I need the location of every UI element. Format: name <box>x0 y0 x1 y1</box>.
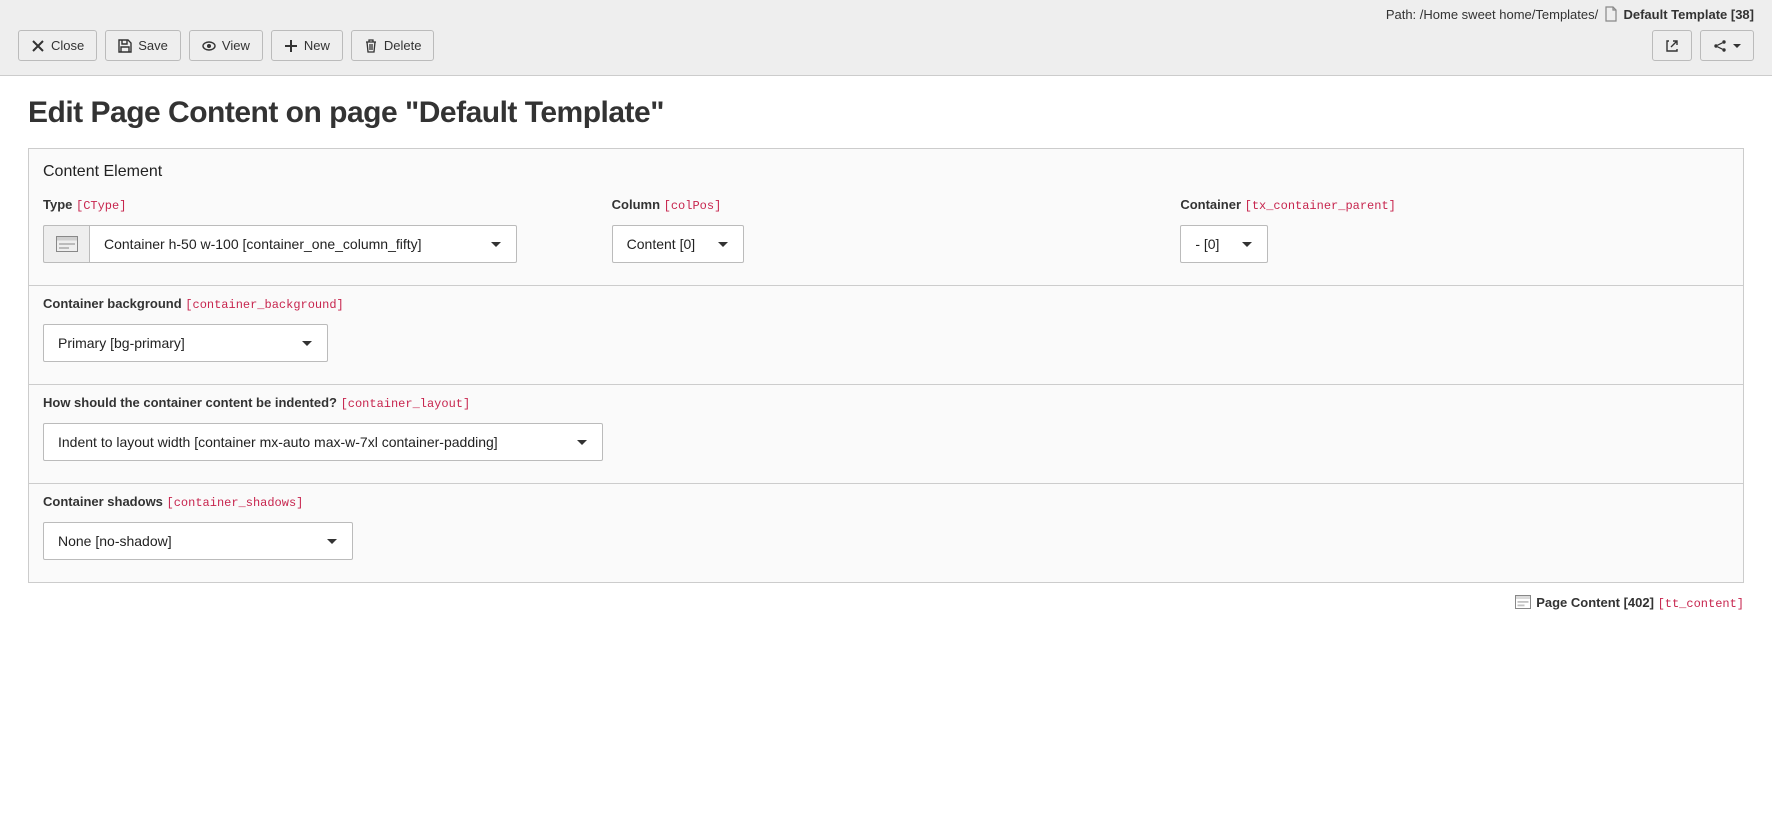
delete-label: Delete <box>384 38 422 53</box>
select-column[interactable]: Content [0] <box>612 225 745 263</box>
field-container: Container [tx_container_parent] - [0] <box>1180 197 1729 263</box>
chevron-down-icon <box>717 236 729 252</box>
section-general: Type [CType] Container h-50 w-100 [conta… <box>29 187 1743 285</box>
select-layout-value: Indent to layout width [container mx-aut… <box>58 434 498 450</box>
select-background-value: Primary [bg-primary] <box>58 335 185 351</box>
section-background: Container background [container_backgrou… <box>29 285 1743 384</box>
eye-icon <box>202 39 216 53</box>
view-label: View <box>222 38 250 53</box>
plus-icon <box>284 39 298 53</box>
section-shadows: Container shadows [container_shadows] No… <box>29 483 1743 582</box>
section-layout: How should the container content be inde… <box>29 384 1743 483</box>
chevron-down-icon <box>326 533 338 549</box>
techname-shadows: [container_shadows] <box>167 496 304 510</box>
select-type-value: Container h-50 w-100 [container_one_colu… <box>104 236 422 252</box>
select-container-value: - [0] <box>1195 236 1219 252</box>
field-label-column: Column [colPos] <box>612 197 1161 213</box>
select-column-value: Content [0] <box>627 236 696 252</box>
content-element-heading: Content Element <box>29 149 1743 187</box>
breadcrumb-current: Default Template [38] <box>1623 7 1754 22</box>
field-label-shadows: Container shadows [container_shadows] <box>43 494 1729 510</box>
field-type: Type [CType] Container h-50 w-100 [conta… <box>43 197 592 263</box>
close-label: Close <box>51 38 84 53</box>
page-title: Edit Page Content on page "Default Templ… <box>28 96 1744 130</box>
field-label-container: Container [tx_container_parent] <box>1180 197 1729 213</box>
close-icon <box>31 39 45 53</box>
toolbar: Path: /Home sweet home/Templates/ Defaul… <box>0 0 1772 76</box>
chevron-down-icon <box>490 236 502 252</box>
save-label: Save <box>138 38 168 53</box>
select-layout[interactable]: Indent to layout width [container mx-aut… <box>43 423 603 461</box>
techname-layout: [container_layout] <box>341 397 471 411</box>
main: Edit Page Content on page "Default Templ… <box>0 76 1772 651</box>
content-icon <box>1515 595 1531 609</box>
field-label-type: Type [CType] <box>43 197 592 213</box>
chevron-down-icon <box>301 335 313 351</box>
techname-background: [container_background] <box>185 298 343 312</box>
save-button[interactable]: Save <box>105 30 181 61</box>
external-link-icon <box>1665 39 1679 53</box>
footer-title: Page Content [402] <box>1536 595 1654 610</box>
chevron-down-icon <box>1733 39 1741 53</box>
field-label-layout: How should the container content be inde… <box>43 395 1729 411</box>
chevron-down-icon <box>1241 236 1253 252</box>
footer: Page Content [402] [tt_content] <box>28 583 1744 611</box>
select-shadows-value: None [no-shadow] <box>58 533 172 549</box>
techname-type: [CType] <box>76 199 126 213</box>
save-icon <box>118 39 132 53</box>
breadcrumb-path: Path: /Home sweet home/Templates/ <box>1386 7 1602 22</box>
toolbar-buttons: Close Save View New Delete <box>18 30 1754 75</box>
select-shadows[interactable]: None [no-shadow] <box>43 522 353 560</box>
select-container[interactable]: - [0] <box>1180 225 1268 263</box>
close-button[interactable]: Close <box>18 30 97 61</box>
document-icon <box>1604 6 1618 22</box>
footer-tech: [tt_content] <box>1658 597 1744 611</box>
field-label-background: Container background [container_backgrou… <box>43 296 1729 312</box>
view-button[interactable]: View <box>189 30 263 61</box>
breadcrumb: Path: /Home sweet home/Templates/ Defaul… <box>18 0 1754 30</box>
techname-column: [colPos] <box>664 199 722 213</box>
ctype-icon <box>43 225 89 263</box>
field-column: Column [colPos] Content [0] <box>612 197 1161 263</box>
share-icon <box>1713 39 1727 53</box>
form-panel: Content Element Type [CType] Container h… <box>28 148 1744 583</box>
select-background[interactable]: Primary [bg-primary] <box>43 324 328 362</box>
trash-icon <box>364 39 378 53</box>
techname-container: [tx_container_parent] <box>1245 199 1396 213</box>
select-type[interactable]: Container h-50 w-100 [container_one_colu… <box>89 225 517 263</box>
new-label: New <box>304 38 330 53</box>
share-button[interactable] <box>1700 30 1754 61</box>
chevron-down-icon <box>576 434 588 450</box>
delete-button[interactable]: Delete <box>351 30 435 61</box>
new-button[interactable]: New <box>271 30 343 61</box>
open-external-button[interactable] <box>1652 30 1692 61</box>
